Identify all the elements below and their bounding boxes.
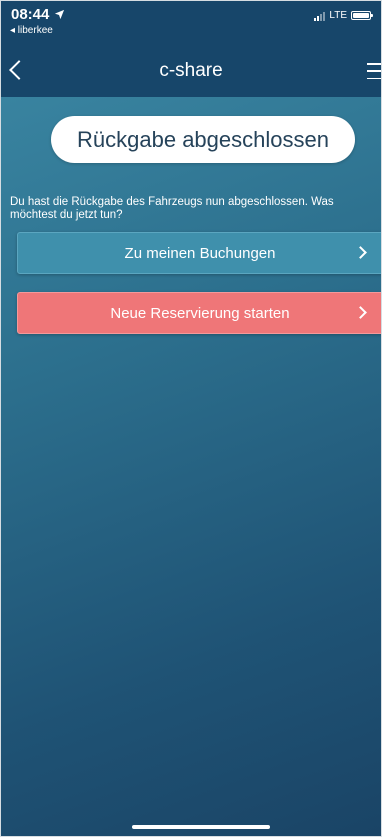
confirmation-title: Rückgabe abgeschlossen xyxy=(77,126,329,152)
status-time-text: 08:44 xyxy=(11,6,50,23)
status-back-app-link[interactable]: ◂ liberkee xyxy=(10,25,53,36)
battery-icon xyxy=(351,11,373,20)
new-reservation-button[interactable]: Neue Reservierung starten xyxy=(17,292,381,334)
home-indicator[interactable] xyxy=(132,825,270,829)
chevron-right-icon xyxy=(354,306,367,319)
signal-icon xyxy=(314,11,326,21)
new-reservation-label: Neue Reservierung starten xyxy=(110,304,290,322)
location-arrow-icon xyxy=(54,6,65,23)
chevron-right-icon xyxy=(354,246,367,259)
confirmation-title-pill: Rückgabe abgeschlossen xyxy=(51,116,355,163)
page-title: c-share xyxy=(159,60,223,81)
screen: 08:44 ◂ liberkee LTE c-share Rückgabe ab… xyxy=(0,0,382,837)
confirmation-message: Du hast die Rückgabe des Fahrzeugs nun a… xyxy=(10,196,334,221)
my-bookings-label: Zu meinen Buchungen xyxy=(124,244,276,262)
status-indicators: LTE xyxy=(314,10,373,21)
network-type: LTE xyxy=(329,10,347,21)
status-time: 08:44 xyxy=(11,6,65,23)
my-bookings-button[interactable]: Zu meinen Buchungen xyxy=(17,232,381,274)
hamburger-menu-icon[interactable] xyxy=(367,63,381,79)
top-bar: 08:44 ◂ liberkee LTE c-share xyxy=(1,1,381,97)
